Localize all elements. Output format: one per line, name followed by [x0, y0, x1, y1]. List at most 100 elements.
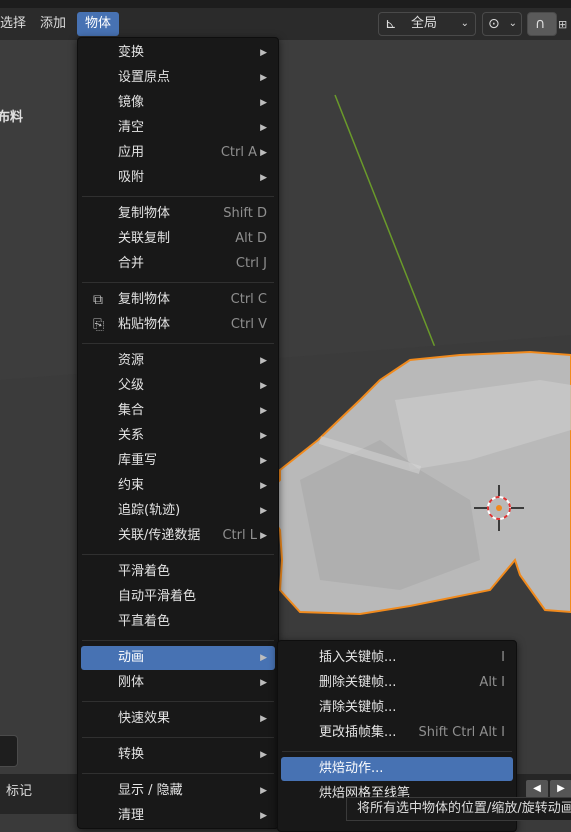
object-menu-item[interactable]: 追踪(轨迹) ▶	[81, 499, 275, 523]
menu-item-label: 追踪(轨迹)	[118, 503, 181, 518]
y-axis-line	[334, 94, 441, 361]
submenu-arrow-icon: ▶	[260, 786, 267, 796]
animation-menu-item[interactable]: 删除关键帧... Alt I	[281, 671, 513, 695]
object-menu-item[interactable]: 应用 Ctrl A ▶	[81, 141, 275, 165]
markers-menu[interactable]: 标记	[6, 780, 32, 799]
menu-item-label: 转换	[118, 747, 145, 762]
menu-item-label: 清空	[118, 120, 145, 135]
chevron-down-icon: ⌄	[460, 18, 469, 29]
menu-item-shortcut: Ctrl C	[230, 292, 267, 307]
object-menu-item[interactable]: 关联/传递数据 Ctrl L ▶	[81, 524, 275, 548]
menu-separator	[82, 639, 274, 641]
menu-item-label: 关联/传递数据	[118, 528, 201, 543]
menu-item-label: 粘贴物体	[118, 317, 171, 332]
animation-menu-item[interactable]: 更改插帧集... Shift Ctrl Alt I	[281, 721, 513, 745]
magnet-icon: ∩	[535, 16, 546, 32]
menu-item-label: 吸附	[118, 170, 145, 185]
submenu-arrow-icon: ▶	[260, 98, 267, 108]
menu-item-label: 父级	[118, 378, 145, 393]
menu-item-label: 变换	[118, 45, 145, 60]
pivot-point-dropdown[interactable]: ⊙ ⌄	[482, 12, 522, 36]
object-menu-item[interactable]: 约束 ▶	[81, 474, 275, 498]
object-menu-item[interactable]: 平滑着色	[81, 560, 275, 584]
paste-icon: ⎘	[93, 317, 105, 333]
menu-item-label: 资源	[118, 353, 145, 368]
submenu-arrow-icon: ▶	[260, 406, 267, 416]
menu-add[interactable]: 添加	[40, 12, 66, 36]
menu-separator	[82, 553, 274, 555]
tooltip: 将所有选中物体的位置/缩放/旋转动画	[346, 797, 571, 821]
header-bar: 选择 添加 物体 ⊾ 全局 ⌄ ⊙ ⌄ ∩ ⊞	[0, 0, 571, 40]
menu-item-label: 关系	[118, 428, 145, 443]
menu-object[interactable]: 物体	[77, 12, 120, 36]
menu-item-label: 约束	[118, 478, 145, 493]
object-menu-item[interactable]: 关联复制 Alt D	[81, 227, 275, 251]
menu-item-label: 镜像	[118, 95, 145, 110]
object-menu-item[interactable]: 吸附 ▶	[81, 166, 275, 190]
submenu-arrow-icon: ▶	[260, 356, 267, 366]
menu-item-label: 烘焙动作...	[319, 761, 384, 776]
object-menu-item[interactable]: 自动平滑着色	[81, 585, 275, 609]
jump-previous-icon[interactable]: ◀	[526, 780, 548, 798]
submenu-arrow-icon: ▶	[260, 148, 267, 158]
pivot-icon: ⊙	[488, 16, 500, 32]
object-menu-item[interactable]: 显示 / 隐藏 ▶	[81, 779, 275, 803]
menu-item-label: 平滑着色	[118, 564, 171, 579]
menu-separator	[82, 736, 274, 738]
object-menu-item[interactable]: 转换 ▶	[81, 743, 275, 767]
copy-icon: ⧉	[93, 292, 103, 308]
object-menu-item[interactable]: ⧉ 复制物体 Ctrl C	[81, 288, 275, 312]
submenu-arrow-icon: ▶	[260, 653, 267, 663]
object-menu-item[interactable]: 关系 ▶	[81, 424, 275, 448]
object-menu-item[interactable]: 设置原点 ▶	[81, 66, 275, 90]
object-menu-item[interactable]: 合并 Ctrl J	[81, 252, 275, 276]
object-menu-item[interactable]: 镜像 ▶	[81, 91, 275, 115]
object-menu-item[interactable]: ⎘ 粘贴物体 Ctrl V	[81, 313, 275, 337]
submenu-arrow-icon: ▶	[260, 506, 267, 516]
transform-orientation-value: 全局	[411, 16, 438, 31]
object-menu-item[interactable]: 资源 ▶	[81, 349, 275, 373]
submenu-arrow-icon: ▶	[260, 811, 267, 821]
submenu-arrow-icon: ▶	[260, 714, 267, 724]
transform-orientation-dropdown[interactable]: ⊾ 全局 ⌄	[378, 12, 476, 36]
submenu-arrow-icon: ▶	[260, 123, 267, 133]
object-menu-item[interactable]: 集合 ▶	[81, 399, 275, 423]
object-menu-item[interactable]: 平直着色	[81, 610, 275, 634]
object-menu-item[interactable]: 刚体 ▶	[81, 671, 275, 695]
menu-select[interactable]: 选择	[0, 12, 26, 36]
object-menu-item[interactable]: 快速效果 ▶	[81, 707, 275, 731]
snap-toggle[interactable]: ∩	[527, 12, 557, 36]
menu-item-label: 平直着色	[118, 614, 171, 629]
object-menu-item[interactable]: 变换 ▶	[81, 41, 275, 65]
object-menu: 变换 ▶ 设置原点 ▶ 镜像 ▶ 清空 ▶ 应用 Ctrl A ▶ 吸附 ▶ 复制物体 Shift D 关联复…	[77, 37, 279, 829]
menu-item-shortcut: Shift D	[223, 206, 267, 221]
menu-item-label: 更改插帧集...	[319, 725, 397, 740]
menu-item-label: 插入关键帧...	[319, 650, 397, 665]
submenu-arrow-icon: ▶	[260, 431, 267, 441]
menu-separator	[82, 195, 274, 197]
object-menu-item[interactable]: 动画 ▶	[81, 646, 275, 670]
object-menu-item[interactable]: 复制物体 Shift D	[81, 202, 275, 226]
submenu-arrow-icon: ▶	[260, 381, 267, 391]
object-menu-item[interactable]: 库重写 ▶	[81, 449, 275, 473]
menu-item-shortcut: Ctrl L	[222, 528, 257, 543]
menu-item-label: 动画	[118, 650, 145, 665]
animation-menu-item[interactable]: 烘焙动作...	[281, 757, 513, 781]
menu-item-label: 删除关键帧...	[319, 675, 397, 690]
submenu-arrow-icon: ▶	[260, 456, 267, 466]
snap-target-icon[interactable]: ⊞	[558, 18, 567, 31]
menu-item-label: 应用	[118, 145, 145, 160]
left-panel-box[interactable]	[0, 735, 18, 767]
jump-next-icon[interactable]: ▶	[550, 780, 571, 798]
menu-item-label: 刚体	[118, 675, 145, 690]
menu-item-label: 快速效果	[118, 711, 171, 726]
animation-menu-item[interactable]: 插入关键帧... I	[281, 646, 513, 670]
object-menu-item[interactable]: 父级 ▶	[81, 374, 275, 398]
object-menu-item[interactable]: 清空 ▶	[81, 116, 275, 140]
menu-item-label: 合并	[118, 256, 145, 271]
menu-separator	[82, 772, 274, 774]
left-panel-label: 布料	[0, 110, 24, 125]
submenu-arrow-icon: ▶	[260, 531, 267, 541]
animation-menu-item[interactable]: 清除关键帧...	[281, 696, 513, 720]
object-menu-item[interactable]: 清理 ▶	[81, 804, 275, 828]
